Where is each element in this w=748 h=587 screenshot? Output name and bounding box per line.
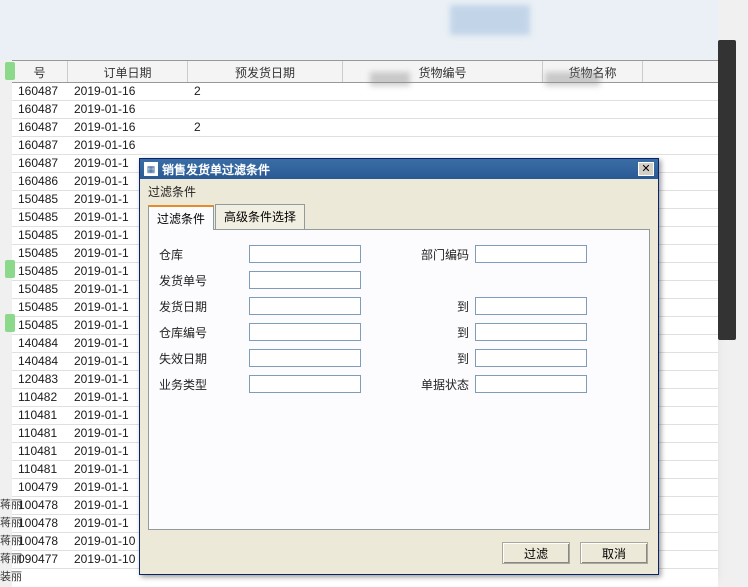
filter-dialog: ▦ 销售发货单过滤条件 ✕ 过滤条件 过滤条件 高级条件选择 仓库 部门编码发货单… — [139, 158, 659, 575]
cell — [343, 137, 543, 154]
side-label: 蒋丽 — [0, 514, 22, 532]
row-marker — [5, 260, 15, 278]
field-label: 失效日期 — [159, 350, 249, 367]
cell: 110481 — [12, 443, 68, 460]
cancel-button[interactable]: 取消 — [580, 542, 648, 564]
smudge — [370, 72, 410, 86]
cell — [543, 119, 643, 136]
blur-decoration — [450, 5, 530, 35]
field-input-5[interactable] — [249, 375, 361, 393]
field-label-right: 单据状态 — [411, 376, 475, 393]
cell: 2019-01-16 — [68, 119, 188, 136]
col-header-id[interactable]: 号 — [12, 61, 68, 82]
table-row[interactable]: 1604872019-01-162 — [12, 83, 718, 101]
cell: 110481 — [12, 461, 68, 478]
cell: 160487 — [12, 137, 68, 154]
cell: 2 — [188, 83, 343, 100]
field-input-3[interactable] — [249, 323, 361, 341]
cell — [543, 137, 643, 154]
dialog-titlebar[interactable]: ▦ 销售发货单过滤条件 ✕ — [140, 159, 658, 179]
field-input-0[interactable] — [249, 245, 361, 263]
cell: 150485 — [12, 281, 68, 298]
filter-button[interactable]: 过滤 — [502, 542, 570, 564]
field-input-right-3[interactable] — [475, 323, 587, 341]
dialog-buttons: 过滤 取消 — [140, 538, 658, 574]
cell: 110481 — [12, 425, 68, 442]
field-label-right: 到 — [411, 298, 475, 315]
cell: 150485 — [12, 317, 68, 334]
side-label: 蒋丽 — [0, 532, 22, 550]
cell: 150485 — [12, 209, 68, 226]
form-row: 仓库 部门编码 — [159, 244, 639, 264]
form-row: 发货日期 到 — [159, 296, 639, 316]
cell: 110481 — [12, 407, 68, 424]
field-label-right: 到 — [411, 350, 475, 367]
cell: 140484 — [12, 353, 68, 370]
cell: 150485 — [12, 227, 68, 244]
col-header-shipdate[interactable]: 预发货日期 — [188, 61, 343, 82]
smudge — [545, 72, 600, 86]
form-row: 发货单号 — [159, 270, 639, 290]
tab-advanced[interactable]: 高级条件选择 — [215, 204, 305, 229]
field-input-1[interactable] — [249, 271, 361, 289]
field-label: 发货单号 — [159, 272, 249, 289]
field-input-right-0[interactable] — [475, 245, 587, 263]
table-row[interactable]: 1604872019-01-16 — [12, 101, 718, 119]
toolbar-area — [0, 0, 718, 60]
cell — [343, 119, 543, 136]
form-area: 仓库部门编码发货单号发货日期到仓库编号到失效日期到业务类型单据状态 — [148, 230, 650, 530]
cell: 2019-01-16 — [68, 137, 188, 154]
field-input-4[interactable] — [249, 349, 361, 367]
cell: 160487 — [12, 83, 68, 100]
side-label: 装丽 — [0, 568, 22, 586]
side-label: 蒋丽 — [0, 550, 22, 568]
form-row: 失效日期 到 — [159, 348, 639, 368]
field-label-right: 部门编码 — [411, 246, 475, 263]
close-icon[interactable]: ✕ — [638, 162, 654, 176]
field-input-right-4[interactable] — [475, 349, 587, 367]
field-input-2[interactable] — [249, 297, 361, 315]
row-marker — [5, 314, 15, 332]
cell: 2019-01-16 — [68, 101, 188, 118]
form-row: 仓库编号 到 — [159, 322, 639, 342]
cell: 150485 — [12, 263, 68, 280]
tab-filter[interactable]: 过滤条件 — [148, 205, 214, 230]
cell: 2 — [188, 119, 343, 136]
field-input-right-5[interactable] — [475, 375, 587, 393]
table-row[interactable]: 1604872019-01-16 — [12, 137, 718, 155]
group-label: 过滤条件 — [140, 179, 658, 202]
cell: 110482 — [12, 389, 68, 406]
field-label: 仓库 — [159, 246, 249, 263]
cell — [343, 101, 543, 118]
col-header-orderdate[interactable]: 订单日期 — [68, 61, 188, 82]
cell — [188, 137, 343, 154]
cell — [188, 101, 343, 118]
field-input-right-2[interactable] — [475, 297, 587, 315]
field-label-right: 到 — [411, 324, 475, 341]
field-label: 发货日期 — [159, 298, 249, 315]
cell: 140484 — [12, 335, 68, 352]
cell: 120483 — [12, 371, 68, 388]
cell: 160486 — [12, 173, 68, 190]
field-label: 业务类型 — [159, 376, 249, 393]
dialog-title: 销售发货单过滤条件 — [162, 161, 638, 178]
cell: 2019-01-16 — [68, 83, 188, 100]
field-label: 仓库编号 — [159, 324, 249, 341]
dialog-icon: ▦ — [144, 162, 158, 176]
cell: 100479 — [12, 479, 68, 496]
cell: 160487 — [12, 155, 68, 172]
row-marker — [5, 62, 15, 80]
cell: 150485 — [12, 299, 68, 316]
grid-header-row: 号 订单日期 预发货日期 货物编号 货物名称 — [12, 61, 718, 83]
form-row: 业务类型 单据状态 — [159, 374, 639, 394]
side-label: 蒋丽 — [0, 496, 22, 514]
cell: 150485 — [12, 245, 68, 262]
cell: 160487 — [12, 101, 68, 118]
table-row[interactable]: 1604872019-01-162 — [12, 119, 718, 137]
tab-strip: 过滤条件 高级条件选择 — [148, 204, 650, 230]
cell — [543, 101, 643, 118]
cell: 160487 — [12, 119, 68, 136]
cell: 150485 — [12, 191, 68, 208]
scrollbar-strip[interactable] — [718, 40, 736, 340]
